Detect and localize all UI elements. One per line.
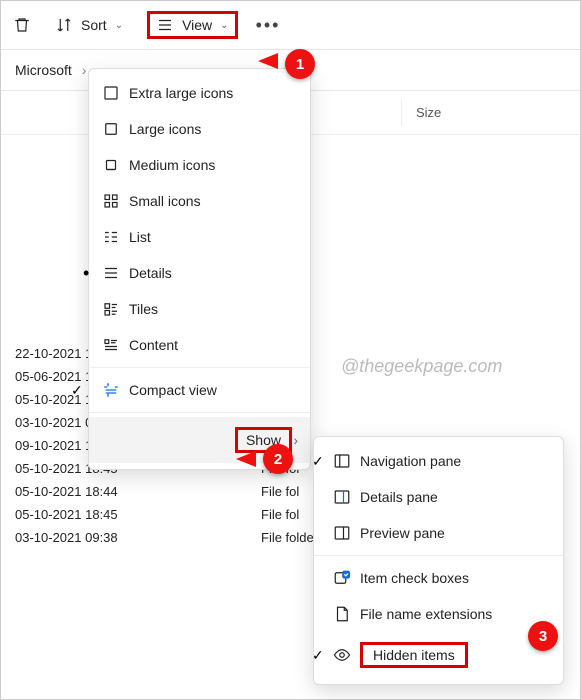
chevron-right-icon: › (293, 432, 298, 448)
menu-details[interactable]: •Details (89, 255, 310, 291)
menu-list[interactable]: List (89, 219, 310, 255)
menu-small-icons[interactable]: Small icons (89, 183, 310, 219)
large-icon (101, 119, 121, 139)
callout-2: 2 (263, 444, 293, 474)
separator (89, 412, 310, 413)
submenu-navigation-pane[interactable]: ✓Navigation pane (314, 443, 563, 479)
navigation-pane-icon (332, 451, 352, 471)
tiles-icon (101, 299, 121, 319)
sort-icon (55, 16, 73, 34)
show-submenu: ✓Navigation pane Details pane Preview pa… (313, 436, 564, 685)
sort-label: Sort (81, 17, 107, 33)
chevron-right-icon: › (82, 62, 87, 78)
callout-3: 3 (528, 621, 558, 651)
details-pane-icon (332, 487, 352, 507)
callout-1: 1 (285, 49, 315, 79)
breadcrumb-item[interactable]: Microsoft (15, 62, 72, 78)
small-icon (101, 191, 121, 211)
more-button[interactable]: ••• (256, 15, 281, 36)
file-icon (332, 604, 352, 624)
chevron-down-icon: ⌄ (220, 20, 228, 31)
submenu-hidden-items[interactable]: ✓Hidden items (314, 632, 563, 678)
check-icon: ✓ (71, 382, 85, 399)
details-icon (101, 263, 121, 283)
separator (89, 367, 310, 368)
submenu-preview-pane[interactable]: Preview pane (314, 515, 563, 551)
view-label: View (182, 17, 212, 33)
medium-icon (101, 155, 121, 175)
submenu-file-extensions[interactable]: File name extensions (314, 596, 563, 632)
menu-tiles[interactable]: Tiles (89, 291, 310, 327)
submenu-item-checkboxes[interactable]: Item check boxes (314, 560, 563, 596)
bullet-icon: • (83, 263, 89, 284)
watermark: @thegeekpage.com (341, 356, 502, 377)
arrow-icon (236, 451, 256, 467)
sort-button[interactable]: Sort ⌄ (49, 12, 129, 38)
view-icon (156, 16, 174, 34)
menu-compact-view[interactable]: ✓Compact view (89, 372, 310, 408)
preview-pane-icon (332, 523, 352, 543)
extra-large-icon (101, 83, 121, 103)
view-menu: Extra large icons Large icons Medium ico… (88, 68, 311, 470)
view-button[interactable]: View ⌄ (147, 11, 237, 39)
check-icon: ✓ (312, 647, 324, 664)
submenu-details-pane[interactable]: Details pane (314, 479, 563, 515)
menu-large-icons[interactable]: Large icons (89, 111, 310, 147)
col-size[interactable]: Size (401, 99, 455, 126)
separator (314, 555, 563, 556)
arrow-icon (258, 53, 278, 69)
menu-medium-icons[interactable]: Medium icons (89, 147, 310, 183)
compact-icon (101, 380, 121, 400)
delete-icon[interactable] (13, 16, 31, 34)
menu-extra-large-icons[interactable]: Extra large icons (89, 75, 310, 111)
checkboxes-icon (332, 568, 352, 588)
eye-icon (332, 645, 352, 665)
content-icon (101, 335, 121, 355)
chevron-down-icon: ⌄ (115, 20, 123, 31)
list-icon (101, 227, 121, 247)
toolbar: Sort ⌄ View ⌄ ••• (1, 1, 580, 50)
menu-content[interactable]: Content (89, 327, 310, 363)
check-icon: ✓ (312, 453, 324, 470)
